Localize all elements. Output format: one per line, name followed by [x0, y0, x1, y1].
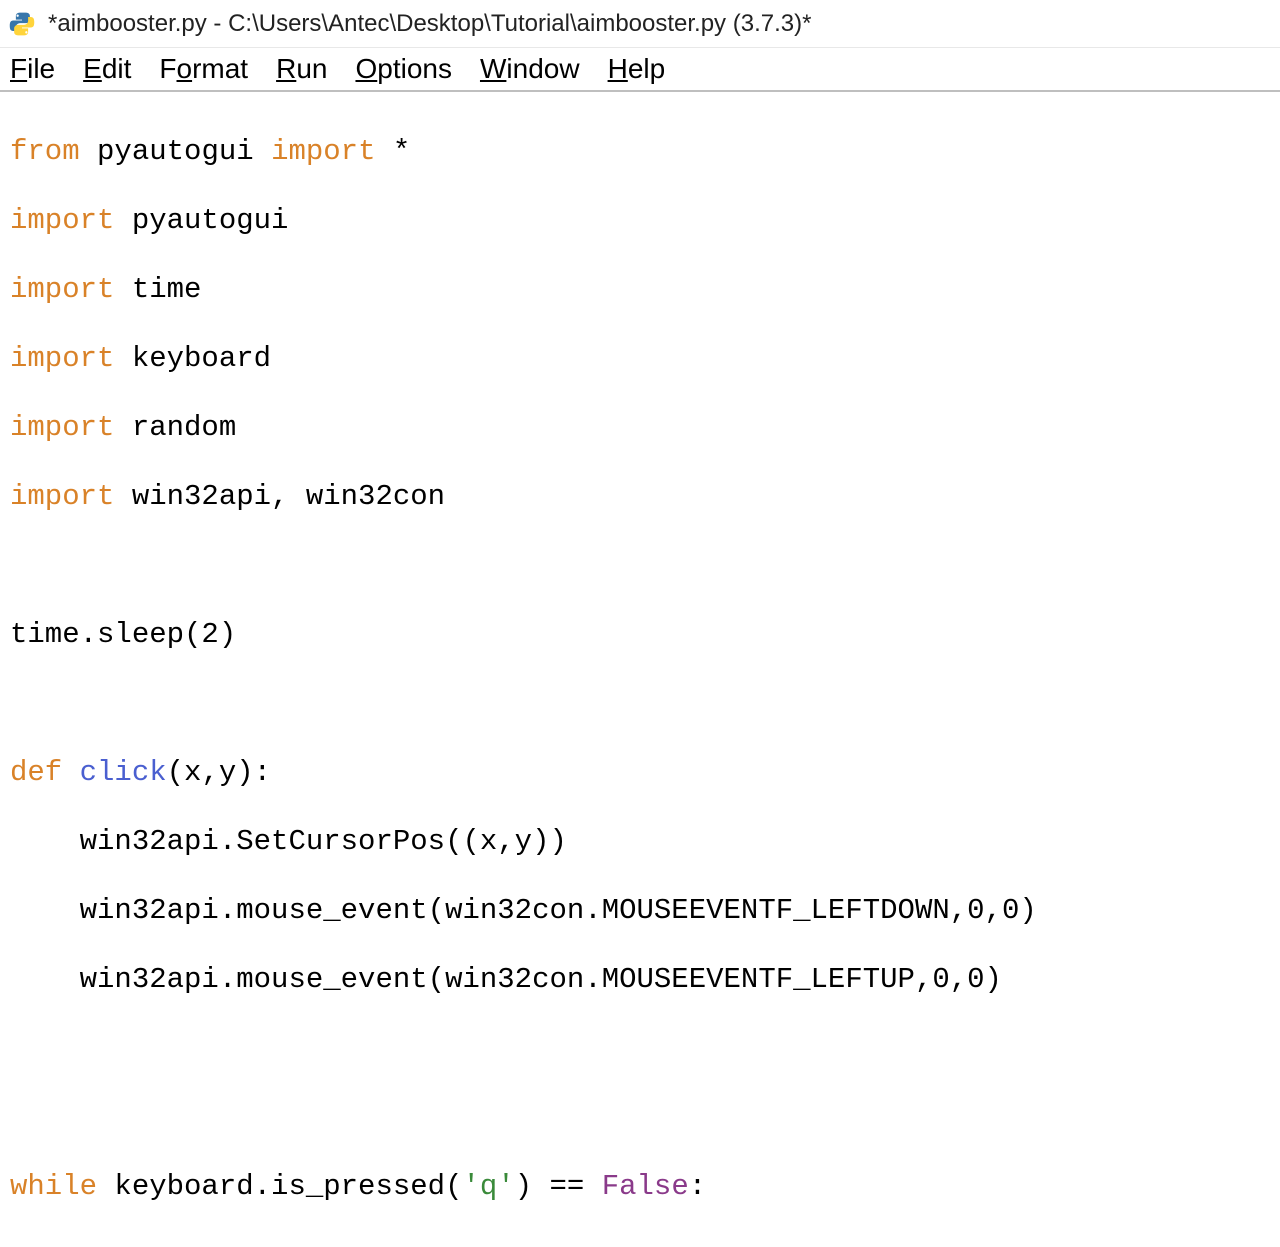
- idle-icon: [8, 10, 36, 38]
- code-line: win32api.mouse_event(win32con.MOUSEEVENT…: [10, 894, 1270, 929]
- code-line: time.sleep(2): [10, 618, 1270, 653]
- code-line: import keyboard: [10, 342, 1270, 377]
- code-line: [10, 1032, 1270, 1067]
- menu-run[interactable]: Run: [276, 53, 327, 85]
- code-line: import random: [10, 411, 1270, 446]
- window-title: *aimbooster.py - C:\Users\Antec\Desktop\…: [48, 10, 811, 38]
- code-line: [10, 687, 1270, 722]
- code-line: win32api.mouse_event(win32con.MOUSEEVENT…: [10, 963, 1270, 998]
- code-line: win32api.SetCursorPos((x,y)): [10, 825, 1270, 860]
- code-line: [10, 549, 1270, 584]
- code-line: from pyautogui import *: [10, 135, 1270, 170]
- code-line: import win32api, win32con: [10, 480, 1270, 515]
- menu-edit[interactable]: Edit: [83, 53, 131, 85]
- code-line: import time: [10, 273, 1270, 308]
- code-line: def click(x,y):: [10, 756, 1270, 791]
- menu-window[interactable]: Window: [480, 53, 580, 85]
- menu-options[interactable]: Options: [355, 53, 452, 85]
- code-line: [10, 1101, 1270, 1136]
- code-line: import pyautogui: [10, 204, 1270, 239]
- menubar: File Edit Format Run Options Window Help: [0, 48, 1280, 92]
- menu-file[interactable]: File: [10, 53, 55, 85]
- code-editor[interactable]: from pyautogui import * import pyautogui…: [0, 92, 1280, 1247]
- menu-help[interactable]: Help: [608, 53, 666, 85]
- code-line: while keyboard.is_pressed('q') == False:: [10, 1170, 1270, 1205]
- titlebar: *aimbooster.py - C:\Users\Antec\Desktop\…: [0, 0, 1280, 48]
- menu-format[interactable]: Format: [159, 53, 248, 85]
